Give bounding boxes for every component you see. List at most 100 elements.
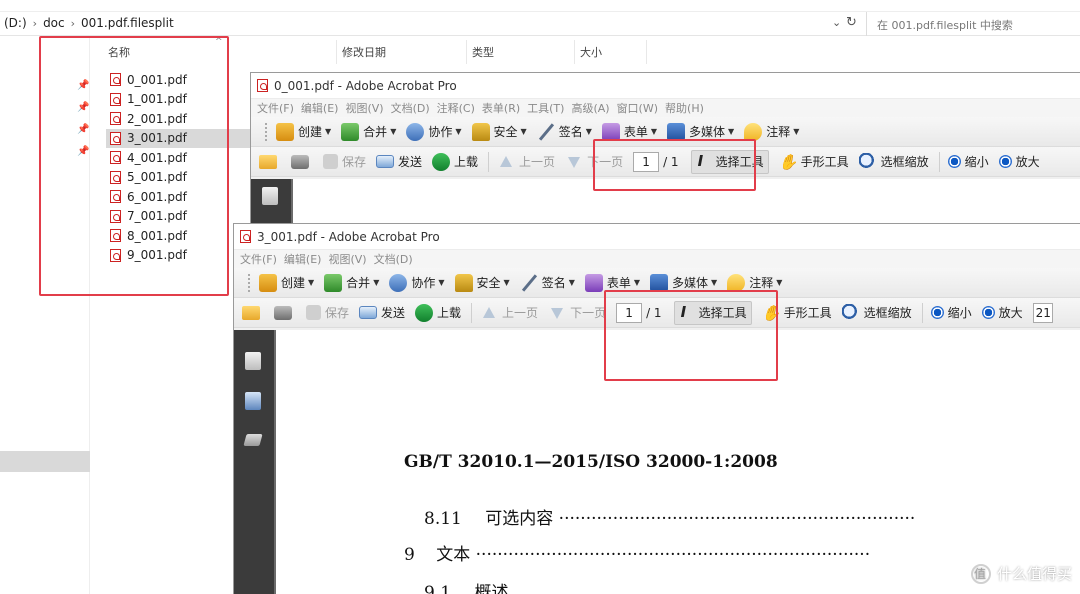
column-header-size[interactable]: 大小	[580, 44, 602, 60]
breadcrumb-doc[interactable]: doc	[43, 16, 65, 30]
menu-edit[interactable]: 编辑(E)	[301, 100, 339, 116]
collaborate-button[interactable]: 协作 ▼	[406, 122, 462, 141]
menu-view[interactable]: 视图(V)	[328, 251, 366, 267]
create-button[interactable]: 创建 ▼	[259, 273, 315, 292]
navigation-rail	[234, 330, 274, 594]
caret-down-icon: ▼	[633, 278, 641, 287]
sign-button[interactable]: 签名 ▼	[537, 123, 592, 141]
form-icon	[584, 273, 603, 292]
zoom-in-button[interactable]: 放大	[998, 153, 1040, 170]
combine-button[interactable]: 合并 ▼	[324, 273, 379, 292]
window-title: 3_001.pdf - Adobe Acrobat Pro	[257, 229, 440, 244]
column-header-modified[interactable]: 修改日期	[342, 44, 386, 60]
menu-advanced[interactable]: 高级(A)	[571, 100, 609, 116]
prev-page-button[interactable]: 上一页	[497, 153, 555, 171]
caret-down-icon: ▼	[585, 127, 592, 136]
toc-number: 8.11	[424, 509, 462, 529]
breadcrumb-drive[interactable]: (D:)	[4, 16, 27, 30]
highlight-box-front-page	[604, 290, 778, 381]
menu-tools[interactable]: 工具(T)	[527, 100, 564, 116]
caret-down-icon: ▼	[308, 278, 315, 287]
column-divider[interactable]	[574, 40, 575, 64]
marquee-zoom-button[interactable]: 选框缩放	[858, 152, 929, 171]
sign-button[interactable]: 签名 ▼	[520, 274, 575, 292]
pen-icon	[520, 274, 538, 292]
menu-comments[interactable]: 注释(C)	[437, 100, 475, 116]
save-icon	[306, 305, 321, 320]
toolbar-grip[interactable]	[265, 122, 268, 141]
breadcrumb[interactable]: (D:) › doc › 001.pdf.filesplit	[4, 16, 174, 30]
zoom-out-button[interactable]: 缩小	[947, 153, 989, 170]
bookmarks-icon[interactable]	[245, 392, 261, 410]
menu-view[interactable]: 视图(V)	[345, 100, 383, 116]
multimedia-button[interactable]: 多媒体 ▼	[667, 122, 734, 141]
column-divider[interactable]	[336, 40, 337, 64]
zoom-in-button[interactable]: 放大	[981, 304, 1023, 321]
multimedia-icon	[650, 273, 669, 292]
column-divider[interactable]	[646, 40, 647, 64]
window-title: 0_001.pdf - Adobe Acrobat Pro	[274, 78, 457, 93]
search-input[interactable]: 在 001.pdf.filesplit 中搜索	[866, 12, 1080, 36]
combine-button[interactable]: 合并 ▼	[341, 122, 396, 141]
save-button[interactable]: 保存	[306, 304, 349, 321]
window-titlebar[interactable]: 3_001.pdf - Adobe Acrobat Pro	[234, 224, 1080, 250]
open-button[interactable]	[242, 305, 264, 320]
upload-button[interactable]: 上载	[432, 152, 478, 171]
zoom-out-button[interactable]: 缩小	[930, 304, 972, 321]
nav-selected-item[interactable]	[0, 451, 90, 472]
hand-tool-button[interactable]: ✋ 手形工具	[779, 153, 849, 171]
caret-down-icon: ▼	[438, 278, 445, 287]
window-titlebar[interactable]: 0_001.pdf - Adobe Acrobat Pro	[251, 73, 1080, 99]
highlight-box-file-list	[39, 36, 229, 296]
breadcrumb-folder[interactable]: 001.pdf.filesplit	[81, 16, 174, 30]
upload-icon	[415, 303, 434, 322]
zoom-out-icon	[930, 306, 944, 319]
pages-icon[interactable]	[245, 352, 261, 370]
next-page-button[interactable]: 下一页	[548, 304, 606, 322]
forms-button[interactable]: 表单 ▼	[584, 273, 641, 292]
send-button[interactable]: 发送	[376, 153, 422, 170]
multimedia-button[interactable]: 多媒体 ▼	[650, 273, 717, 292]
menu-document[interactable]: 文档(D)	[391, 100, 430, 116]
zoom-out-icon	[947, 155, 961, 168]
signatures-icon[interactable]	[243, 434, 263, 446]
collaborate-button[interactable]: 协作 ▼	[389, 273, 445, 292]
toolbar-grip[interactable]	[248, 273, 251, 292]
send-button[interactable]: 发送	[359, 304, 405, 321]
toolbar-separator	[921, 302, 923, 323]
menu-help[interactable]: 帮助(H)	[665, 100, 704, 116]
menu-file[interactable]: 文件(F)	[257, 100, 294, 116]
menu-window[interactable]: 窗口(W)	[617, 100, 658, 116]
menu-forms[interactable]: 表单(R)	[482, 100, 520, 116]
create-button[interactable]: 创建 ▼	[276, 122, 331, 141]
zoom-in-icon	[998, 155, 1012, 168]
open-button[interactable]	[259, 154, 281, 169]
menu-file[interactable]: 文件(F)	[240, 251, 277, 267]
comment-button[interactable]: 注释 ▼	[727, 273, 782, 292]
refresh-icon[interactable]: ↻	[846, 15, 857, 30]
save-button[interactable]: 保存	[323, 153, 366, 170]
comment-button[interactable]: 注释 ▼	[744, 122, 799, 141]
combine-icon	[324, 273, 343, 292]
caret-down-icon: ▼	[503, 278, 510, 287]
toc-line: 8.11 可选内容 ······························…	[424, 504, 915, 529]
zoom-level-input[interactable]: 21	[1032, 302, 1053, 323]
column-header-type[interactable]: 类型	[472, 44, 494, 60]
address-bar[interactable]: (D:) › doc › 001.pdf.filesplit ⌄ ↻ 在 001.pdf…	[0, 12, 1080, 36]
print-button[interactable]	[291, 154, 313, 169]
menu-edit[interactable]: 编辑(E)	[284, 251, 322, 267]
upload-button[interactable]: 上载	[415, 303, 461, 322]
chevron-down-icon[interactable]: ⌄	[832, 16, 841, 29]
column-divider[interactable]	[466, 40, 467, 64]
secure-button[interactable]: 安全 ▼	[471, 122, 527, 141]
forms-button[interactable]: 表单 ▼	[601, 122, 657, 141]
collaborate-icon	[406, 122, 425, 141]
prev-page-button[interactable]: 上一页	[480, 304, 538, 322]
print-button[interactable]	[274, 305, 296, 320]
highlight-box-back-page	[593, 139, 756, 191]
mail-icon	[359, 306, 378, 319]
menu-document[interactable]: 文档(D)	[374, 251, 413, 267]
marquee-zoom-button[interactable]: 选框缩放	[841, 303, 912, 322]
pages-icon[interactable]	[262, 187, 278, 205]
secure-button[interactable]: 安全 ▼	[454, 273, 510, 292]
